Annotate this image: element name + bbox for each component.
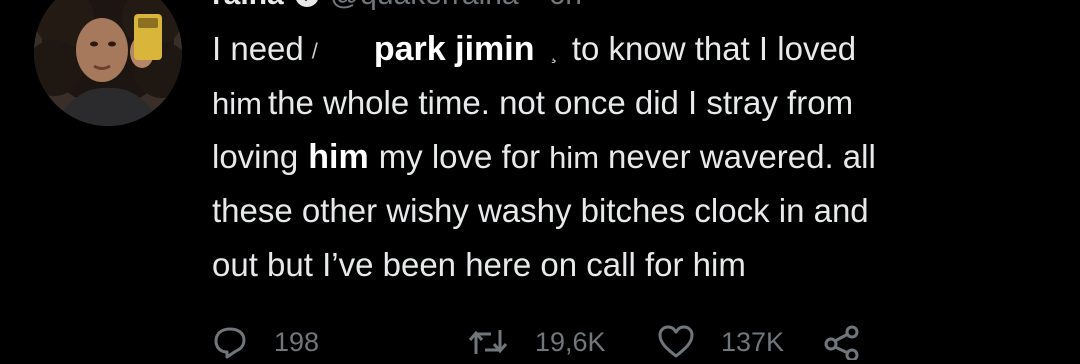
text-segment: never wavered. all: [608, 138, 876, 175]
avatar[interactable]: [34, 0, 182, 126]
like-count: 137K: [721, 326, 785, 357]
timestamp[interactable]: 6h: [549, 0, 582, 12]
reply-button[interactable]: 198: [212, 324, 467, 360]
highlighted-word: him: [308, 138, 369, 176]
tweet-text-line-4: these other wishy washy bitches clock in…: [212, 192, 869, 229]
text-segment: the whole time. not once did I stray fro…: [267, 84, 854, 121]
action-bar: 198 19,6K 137K: [212, 320, 862, 364]
handle[interactable]: @quakerraina: [330, 0, 519, 12]
text-segment: my love for: [378, 138, 541, 175]
verified-badge-icon: [294, 0, 320, 8]
text-segment: him: [549, 140, 600, 175]
tweet-text: I need / park jimin ¸ to know that I loved h…: [212, 22, 1052, 292]
retweet-count: 19,6K: [535, 326, 606, 357]
tweet-header: raina @quakerraina · 6h: [212, 0, 582, 12]
display-name[interactable]: raina: [212, 0, 284, 12]
text-segment: him: [212, 86, 262, 121]
tweet-text-line-2: him the whole time. not once did I stray …: [212, 76, 1052, 130]
text-segment: loving: [212, 138, 299, 175]
tweet-text-line-3: loving him my love for him never wavered. al…: [212, 130, 1052, 184]
retweet-icon: [467, 324, 509, 360]
retweet-button[interactable]: 19,6K: [467, 324, 657, 360]
share-button[interactable]: [822, 324, 862, 360]
separator-dot: ·: [529, 0, 539, 12]
text-segment: to know that I loved: [571, 30, 857, 67]
highlighted-name: park jimin: [373, 30, 535, 68]
reply-count: 198: [274, 326, 320, 357]
avatar-photo: [34, 0, 182, 126]
like-button[interactable]: 137K: [657, 324, 822, 360]
tweet-text-line-1: I need / park jimin ¸ to know that I loved: [212, 22, 1052, 76]
heart-icon: [657, 324, 695, 360]
text-fragment: /: [311, 38, 318, 64]
tweet-text-line-5: out but I’ve been here on call for him: [212, 246, 746, 283]
share-icon: [822, 324, 862, 360]
tweet[interactable]: raina @quakerraina · 6h I need / park jimi…: [0, 0, 1080, 360]
text-segment: I need: [212, 30, 304, 67]
text-fragment: ¸: [550, 38, 558, 64]
reply-bubble-icon: [212, 324, 248, 360]
